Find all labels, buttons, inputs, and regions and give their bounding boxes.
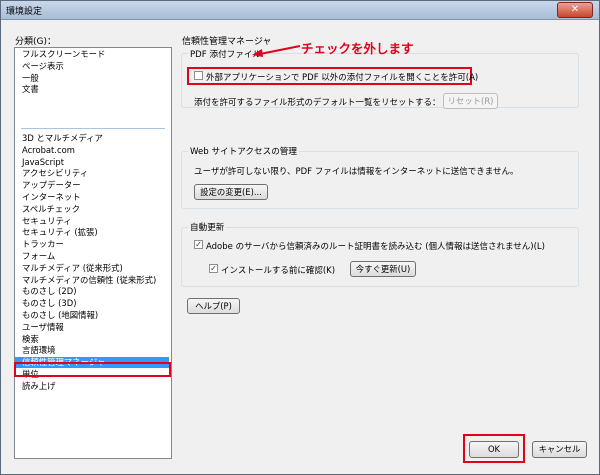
category-item[interactable]: スペルチェック (15, 204, 169, 215)
help-button[interactable]: ヘルプ(P) (187, 298, 240, 314)
web-access-group (181, 151, 579, 209)
category-item[interactable]: Acrobat.com (15, 145, 169, 156)
preferences-dialog: 環境設定 ✕ 分類(G)： フルスクリーンモード ページ表示 一般 文書 3D とマルチ… (0, 0, 600, 475)
category-label: 分類(G)： (15, 37, 56, 47)
category-item[interactable]: アクセシビリティ (15, 168, 169, 179)
reset-button[interactable]: リセット(R) (443, 93, 498, 109)
close-icon[interactable]: ✕ (557, 2, 593, 18)
category-item[interactable]: マルチメディア (従来形式) (15, 263, 169, 274)
ok-button[interactable]: OK (469, 441, 519, 458)
web-access-label: Web サイトアクセスの管理 (188, 145, 299, 157)
auto-update-group (181, 227, 579, 287)
allow-external-app-checkbox[interactable] (194, 71, 203, 80)
cancel-button[interactable]: キャンセル (532, 441, 587, 458)
auto-update-label: 自動更新 (188, 221, 227, 233)
dialog-body: 分類(G)： フルスクリーンモード ページ表示 一般 文書 3D とマルチメディア Acr… (5, 20, 595, 470)
category-item[interactable]: フォーム (15, 251, 169, 262)
reset-description: 添付を許可するファイル形式のデフォルト一覧をリセットする： (194, 98, 441, 108)
update-now-button[interactable]: 今すぐ更新(U) (350, 261, 416, 277)
category-item[interactable]: セキュリティ (15, 216, 169, 227)
category-item[interactable]: JavaScript (15, 157, 169, 168)
category-item[interactable]: マルチメディアの信頼性 (従来形式) (15, 275, 169, 286)
highlight-selected-category (14, 362, 171, 377)
category-item[interactable]: 検索 (15, 334, 169, 345)
category-item[interactable]: 読み上げ (15, 381, 169, 392)
category-item[interactable]: アップデーター (15, 180, 169, 191)
load-root-certs-label: Adobe のサーバから信頼済みのルート証明書を読み込む (個人情報は送信されま… (206, 242, 545, 252)
title-bar: 環境設定 ✕ (1, 1, 599, 20)
annotation-text: チェックを外します (301, 41, 414, 56)
category-item[interactable]: インターネット (15, 192, 169, 203)
annotation-arrow-icon (252, 45, 301, 57)
category-item[interactable]: ページ表示 (15, 61, 169, 72)
category-item[interactable]: 3D とマルチメディア (15, 133, 169, 144)
category-item[interactable]: ユーザ情報 (15, 322, 169, 333)
category-item[interactable]: 一般 (15, 73, 169, 84)
category-item[interactable]: 言語環境 (15, 345, 169, 356)
load-root-certs-checkbox[interactable]: ✓ (194, 240, 203, 249)
confirm-before-install-label: インストールする前に確認(K) (221, 266, 336, 276)
category-item[interactable]: 文書 (15, 84, 169, 95)
category-item[interactable]: ものさし (3D) (15, 298, 169, 309)
category-list[interactable]: フルスクリーンモード ページ表示 一般 文書 3D とマルチメディア Acrobat.co… (14, 47, 172, 459)
web-access-description: ユーザが許可しない限り、PDF ファイルは情報をインターネットに送信できません。 (194, 167, 519, 177)
allow-external-app-label: 外部アプリケーションで PDF 以外の添付ファイルを開くことを許可(A) (206, 73, 479, 83)
list-divider (21, 128, 165, 129)
category-item[interactable]: フルスクリーンモード (15, 49, 169, 60)
category-item[interactable]: セキュリティ (拡張) (15, 227, 169, 238)
window-title: 環境設定 (6, 7, 43, 17)
change-settings-button[interactable]: 設定の変更(E)... (194, 184, 268, 200)
category-item[interactable]: ものさし (2D) (15, 286, 169, 297)
category-item[interactable]: ものさし (地図情報) (15, 310, 169, 321)
confirm-before-install-checkbox[interactable]: ✓ (209, 264, 218, 273)
category-item[interactable]: トラッカー (15, 239, 169, 250)
